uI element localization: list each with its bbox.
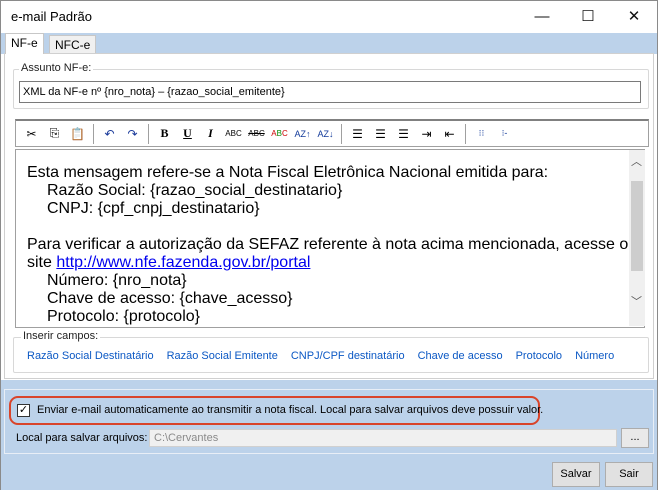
bullet-list-icon[interactable]: ⁝⁝ xyxy=(470,123,493,145)
insert-field-chave-acesso[interactable]: Chave de acesso xyxy=(418,350,503,362)
minimize-button[interactable]: — xyxy=(519,1,565,33)
align-left-icon[interactable]: ☰ xyxy=(346,123,369,145)
save-path-label: Local para salvar arquivos: xyxy=(16,432,147,444)
indent-icon[interactable]: ⇥ xyxy=(415,123,438,145)
separator xyxy=(341,124,342,144)
body-line: Protocolo: {protocolo} xyxy=(27,308,644,326)
close-button[interactable]: ✕ xyxy=(611,1,657,33)
separator xyxy=(93,124,94,144)
browse-button[interactable]: ... xyxy=(621,428,649,448)
align-right-icon[interactable]: ☰ xyxy=(392,123,415,145)
bold-icon[interactable]: B xyxy=(153,123,176,145)
insert-field-protocolo[interactable]: Protocolo xyxy=(516,350,562,362)
email-body-editor[interactable]: Esta mensagem refere-se a Nota Fiscal El… xyxy=(15,149,645,328)
body-line: Para verificar a autorização da SEFAZ re… xyxy=(27,236,644,254)
sort-ascending-icon[interactable]: AZ↑ xyxy=(291,123,314,145)
subject-input[interactable]: XML da NF-e nº {nro_nota} – {razao_socia… xyxy=(19,81,641,103)
body-line: Chave de acesso: {chave_acesso} xyxy=(27,290,644,308)
italic-icon[interactable]: I xyxy=(199,123,222,145)
subject-label: Assunto NF-e: xyxy=(19,62,93,74)
numbered-list-icon[interactable]: ⁝- xyxy=(493,123,516,145)
insert-fields-label: Inserir campos: xyxy=(21,330,100,342)
body-line: Esta mensagem refere-se a Nota Fiscal El… xyxy=(27,164,644,182)
spellcheck-icon[interactable]: ABC xyxy=(268,123,291,145)
tab-nfce[interactable]: NFC-e xyxy=(49,35,96,54)
scroll-down-icon[interactable]: ﹀ xyxy=(631,293,642,309)
tab-strip xyxy=(1,33,657,54)
strikethrough-icon[interactable]: ABC xyxy=(245,123,268,145)
body-line: CNPJ: {cpf_cnpj_destinatario} xyxy=(27,200,644,218)
insert-field-cnpj-cpf-destinatario[interactable]: CNPJ/CPF destinatário xyxy=(291,350,405,362)
body-line: Razão Social: {razao_social_destinatario… xyxy=(27,182,644,200)
insert-field-razao-social-emitente[interactable]: Razão Social Emitente xyxy=(167,350,278,362)
window-title: e-mail Padrão xyxy=(11,9,92,24)
editor-toolbar: ✂ ⎘ 📋 ↶ ↷ B U I ABC ABC ABC AZ↑ AZ↓ ☰ ☰ … xyxy=(15,119,649,147)
undo-icon[interactable]: ↶ xyxy=(98,123,121,145)
save-button[interactable]: Salvar xyxy=(552,462,600,487)
body-line: Número: {nro_nota} xyxy=(27,272,644,290)
copy-icon[interactable]: ⎘ xyxy=(43,123,66,145)
paste-icon[interactable]: 📋 xyxy=(66,123,89,145)
tab-nfe[interactable]: NF-e xyxy=(5,33,44,54)
outdent-icon[interactable]: ⇤ xyxy=(438,123,461,145)
maximize-button[interactable]: ☐ xyxy=(565,1,611,33)
underline-icon[interactable]: U xyxy=(176,123,199,145)
auto-send-label[interactable]: Enviar e-mail automaticamente ao transmi… xyxy=(37,404,543,416)
scrollbar-thumb[interactable] xyxy=(631,181,643,271)
redo-icon[interactable]: ↷ xyxy=(121,123,144,145)
save-path-input[interactable]: C:\Cervantes xyxy=(149,429,617,447)
exit-button[interactable]: Sair xyxy=(605,462,653,487)
scroll-up-icon[interactable]: ︿ xyxy=(631,153,642,169)
portal-link[interactable]: http://www.nfe.fazenda.gov.br/portal xyxy=(56,254,310,271)
abc-icon[interactable]: ABC xyxy=(222,123,245,145)
cut-icon[interactable]: ✂ xyxy=(20,123,43,145)
separator xyxy=(148,124,149,144)
separator xyxy=(465,124,466,144)
auto-send-checkbox[interactable]: ✓ xyxy=(17,404,30,417)
align-center-icon[interactable]: ☰ xyxy=(369,123,392,145)
sort-descending-icon[interactable]: AZ↓ xyxy=(314,123,337,145)
insert-field-razao-social-destinatario[interactable]: Razão Social Destinatário xyxy=(27,350,154,362)
insert-field-numero[interactable]: Número xyxy=(575,350,614,362)
insert-fields-links: Razão Social Destinatário Razão Social E… xyxy=(27,350,614,362)
body-line: site xyxy=(27,254,56,271)
